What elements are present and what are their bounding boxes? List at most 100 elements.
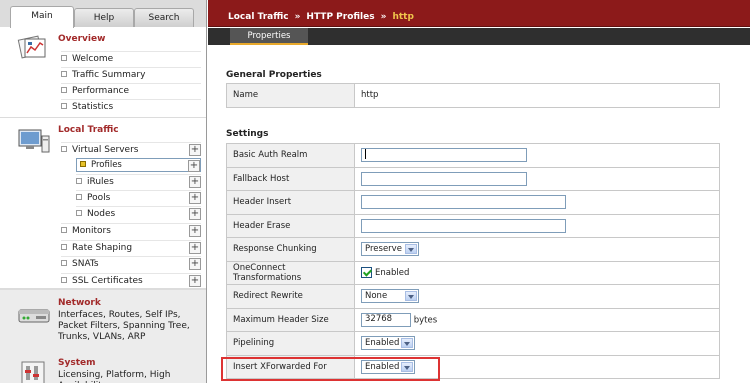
tab-properties[interactable]: Properties [230, 28, 308, 45]
bullet-icon [76, 194, 82, 200]
settings-table: Basic Auth Realm Fallback Host Header In… [226, 143, 720, 379]
bullet-icon [76, 210, 82, 216]
plus-icon[interactable]: + [189, 192, 201, 204]
nav-pools[interactable]: Pools + [76, 190, 201, 205]
system-title: System [58, 358, 96, 368]
monitor-icon [18, 129, 50, 153]
local-traffic-title: Local Traffic [58, 125, 119, 135]
bullet-icon [61, 55, 67, 61]
nav-rate-shaping[interactable]: Rate Shaping + [61, 240, 201, 255]
network-device-icon [18, 309, 50, 323]
tab-help[interactable]: Help [74, 8, 134, 27]
nav-ssl-certificates[interactable]: SSL Certificates + [61, 273, 201, 288]
nav-statistics[interactable]: Statistics [61, 99, 201, 114]
header-erase-input[interactable] [361, 218, 566, 233]
breadcrumb-local-traffic[interactable]: Local Traffic [228, 12, 289, 22]
system-description: Licensing, Platform, High Availability, [58, 370, 171, 383]
bullet-icon [61, 87, 67, 93]
nav-performance[interactable]: Performance [61, 83, 201, 98]
oneconnect-checkbox-label: Enabled [375, 268, 410, 279]
general-properties-title: General Properties [226, 70, 322, 80]
overview-icon [17, 35, 46, 59]
nav-tabs: Main Help Search [0, 0, 206, 28]
oneconnect-checkbox[interactable] [361, 267, 372, 279]
nav-virtual-servers[interactable]: Virtual Servers + [61, 142, 201, 157]
oneconnect-label: OneConnect Transformations [226, 260, 355, 285]
table-row: Fallback Host [226, 166, 720, 191]
left-nav: Main Help Search Overview Welcome Traffi… [0, 0, 207, 383]
network-description: Interfaces, Routes, Self IPs, Packet Fil… [58, 310, 190, 342]
plus-icon[interactable]: + [189, 144, 201, 156]
response-chunking-label: Response Chunking [226, 237, 355, 262]
table-row: Basic Auth Realm [226, 143, 720, 168]
overview-title: Overview [58, 34, 106, 44]
bullet-icon [76, 178, 82, 184]
bullet-icon [61, 277, 67, 283]
redirect-rewrite-select[interactable]: None [361, 289, 419, 304]
redirect-rewrite-label: Redirect Rewrite [226, 284, 355, 309]
table-row: Maximum Header Size 32768 bytes [226, 307, 720, 332]
fallback-host-input[interactable] [361, 171, 527, 186]
plus-icon[interactable]: + [189, 176, 201, 188]
section-local-traffic: Local Traffic Virtual Servers + Profiles +… [0, 118, 206, 288]
xforwarded-select[interactable]: Enabled [361, 359, 415, 374]
table-row: Redirect Rewrite None [226, 284, 720, 309]
chevron-down-icon [405, 244, 417, 255]
header-insert-label: Header Insert [226, 190, 355, 215]
table-row: Header Erase [226, 213, 720, 238]
bullet-icon [61, 260, 67, 266]
nav-profiles[interactable]: Profiles + [76, 158, 201, 172]
basic-auth-realm-input[interactable] [361, 148, 527, 163]
plus-icon[interactable]: + [189, 208, 201, 220]
plus-icon[interactable]: + [189, 242, 201, 254]
nav-monitors[interactable]: Monitors + [61, 223, 201, 238]
pipelining-label: Pipelining [226, 331, 355, 356]
response-chunking-select[interactable]: Preserve [361, 242, 419, 257]
bullet-icon [61, 146, 67, 152]
table-row: Response Chunking Preserve [226, 237, 720, 262]
nav-nodes[interactable]: Nodes + [76, 206, 201, 221]
section-system[interactable]: System Licensing, Platform, High Availab… [0, 350, 206, 383]
name-value: http [354, 83, 720, 108]
header-insert-input[interactable] [361, 195, 566, 210]
sub-tab-bar: Properties [208, 28, 750, 45]
bullet-icon [61, 71, 67, 77]
top-bar: Local Traffic» HTTP Profiles» http [208, 0, 750, 27]
settings-title: Settings [226, 129, 269, 139]
section-network[interactable]: Network Interfaces, Routes, Self IPs, Pa… [0, 290, 206, 350]
tab-search[interactable]: Search [134, 8, 194, 27]
bullet-icon [61, 244, 67, 250]
network-title: Network [58, 298, 101, 308]
nav-snats[interactable]: SNATs + [61, 256, 201, 271]
pipelining-select[interactable]: Enabled [361, 336, 415, 351]
table-row: Pipelining Enabled [226, 331, 720, 356]
breadcrumb: Local Traffic» HTTP Profiles» http [228, 12, 414, 22]
table-row: Header Insert [226, 190, 720, 215]
tab-main[interactable]: Main [10, 6, 74, 28]
breadcrumb-http-profiles[interactable]: HTTP Profiles [306, 12, 374, 22]
nav-welcome[interactable]: Welcome [61, 51, 201, 66]
max-header-size-input[interactable]: 32768 [361, 312, 411, 327]
plus-icon[interactable]: + [189, 275, 201, 287]
xforwarded-label: Insert XForwarded For [226, 354, 355, 379]
main-content: General Properties Name http Settings Ba… [208, 45, 750, 383]
system-icon [21, 361, 45, 383]
nav-irules[interactable]: iRules + [76, 174, 201, 189]
breadcrumb-current: http [392, 12, 414, 22]
plus-icon[interactable]: + [189, 258, 201, 270]
plus-icon[interactable]: + [189, 225, 201, 237]
max-header-size-unit: bytes [413, 315, 438, 326]
general-properties-table: Name http [226, 83, 720, 108]
chevron-down-icon [401, 338, 413, 349]
fallback-host-label: Fallback Host [226, 166, 355, 191]
table-row: Insert XForwarded For Enabled [226, 354, 720, 379]
chevron-down-icon [401, 361, 413, 372]
max-header-size-label: Maximum Header Size [226, 307, 355, 332]
plus-icon[interactable]: + [188, 160, 200, 172]
text-cursor [365, 149, 366, 160]
section-overview: Overview Welcome Traffic Summary Perform… [0, 27, 206, 117]
name-label: Name [226, 83, 355, 108]
header-erase-label: Header Erase [226, 213, 355, 238]
nav-traffic-summary[interactable]: Traffic Summary [61, 67, 201, 82]
bullet-icon [80, 161, 86, 167]
